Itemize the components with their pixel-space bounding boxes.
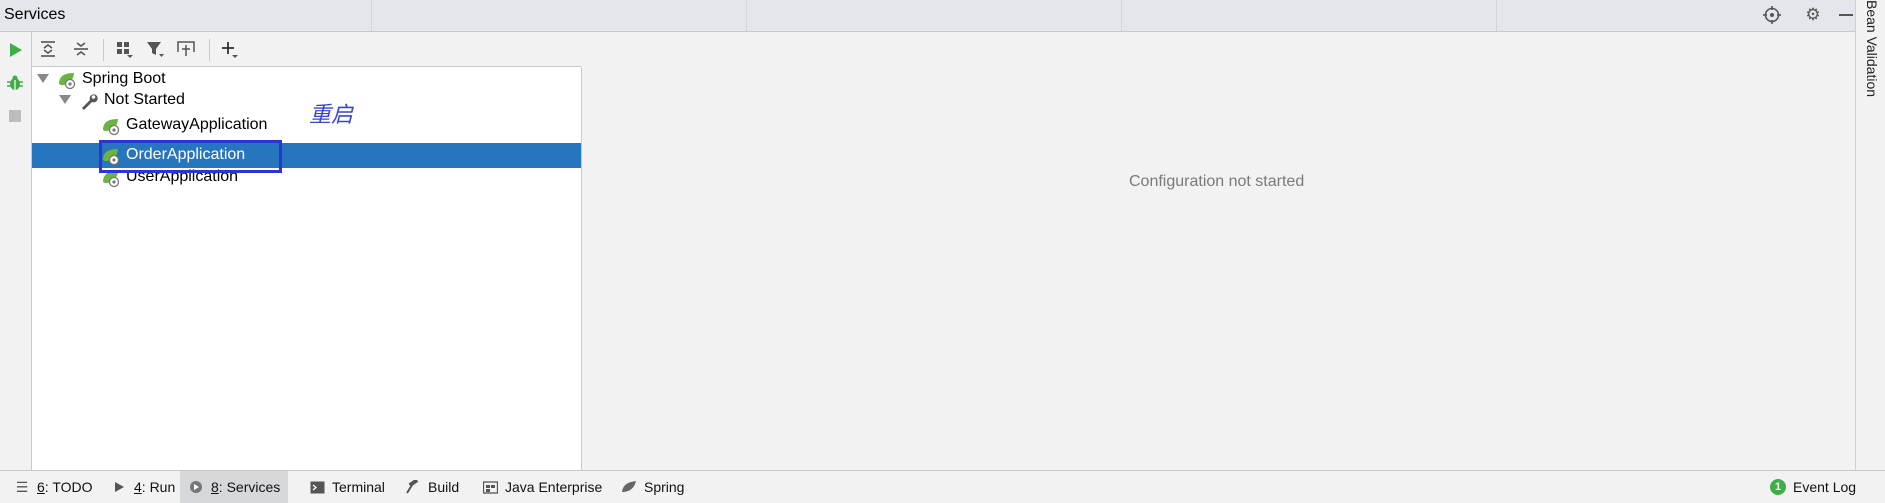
- debug-icon[interactable]: [5, 73, 25, 93]
- tab-label: : TODO: [44, 479, 93, 495]
- tab-label: Build: [428, 479, 460, 495]
- tree-node-not-started[interactable]: Not Started: [32, 88, 581, 113]
- tab-shortcut: 8: [211, 479, 219, 495]
- group-by-icon[interactable]: [114, 39, 134, 59]
- wrench-icon: [79, 91, 99, 111]
- hammer-icon: [405, 479, 421, 495]
- bottom-tool-bar: ☰ 6: TODO 4: Run 8: Services Terminal Bu…: [0, 470, 1885, 503]
- right-tool-stripe: Bean Validation: [1855, 0, 1885, 470]
- spring-boot-icon: [57, 70, 77, 90]
- tree-node-label: GatewayApplication: [126, 116, 268, 133]
- tab-label: Spring: [644, 479, 685, 495]
- tab-java-enterprise[interactable]: Java Enterprise: [478, 471, 606, 503]
- tab-label: : Run: [141, 479, 176, 495]
- window-title: Services: [4, 6, 66, 23]
- run-icon[interactable]: [5, 40, 25, 60]
- restart-annotation: 重启: [309, 103, 354, 128]
- tab-shortcut: 6: [37, 479, 45, 495]
- services-title-bar: Services ⚙: [0, 0, 1855, 32]
- list-icon: ☰: [15, 478, 29, 495]
- stop-icon[interactable]: [5, 106, 25, 126]
- expand-arrow-icon[interactable]: [59, 95, 71, 104]
- title-divider: [746, 0, 747, 31]
- event-log-label: Event Log: [1793, 479, 1857, 495]
- bean-validation-tab[interactable]: Bean Validation: [1864, 0, 1880, 97]
- services-icon: [188, 479, 204, 495]
- services-tree: Spring Boot Not Started GatewayApplicati…: [32, 67, 582, 470]
- title-divider: [1496, 0, 1497, 31]
- tab-shortcut: 4: [134, 479, 142, 495]
- expand-all-icon[interactable]: [38, 39, 58, 59]
- expand-arrow-icon[interactable]: [37, 74, 49, 83]
- terminal-icon: [309, 479, 325, 495]
- spring-boot-app-icon: [101, 116, 121, 136]
- gear-icon[interactable]: ⚙: [1803, 5, 1823, 25]
- new-group-icon[interactable]: [176, 39, 196, 59]
- event-count-badge: 1: [1770, 479, 1786, 495]
- java-enterprise-icon: [482, 479, 498, 495]
- tree-node-label: Spring Boot: [82, 70, 166, 87]
- minimize-icon[interactable]: [1836, 5, 1856, 25]
- event-log-button[interactable]: 1 Event Log: [1766, 471, 1860, 503]
- collapse-all-icon[interactable]: [71, 39, 91, 59]
- tab-todo[interactable]: ☰ 6: TODO: [10, 471, 97, 503]
- add-service-icon[interactable]: [219, 39, 239, 59]
- tab-build[interactable]: Build: [401, 471, 463, 503]
- run-icon: [111, 479, 127, 495]
- toolbar-divider: [209, 39, 210, 61]
- filter-icon[interactable]: [145, 39, 165, 59]
- empty-state-message: Configuration not started: [1129, 173, 1305, 190]
- title-divider: [1121, 0, 1122, 31]
- tab-spring[interactable]: Spring: [617, 471, 688, 503]
- spring-leaf-icon: [621, 479, 637, 495]
- tab-label: : Services: [218, 479, 281, 495]
- service-detail-panel: Configuration not started: [582, 32, 1855, 470]
- toolbar-divider: [103, 39, 104, 61]
- title-divider: [371, 0, 372, 31]
- tab-services[interactable]: 8: Services: [180, 471, 289, 503]
- tree-node-gateway-application[interactable]: GatewayApplication: [32, 113, 581, 138]
- tab-label: Java Enterprise: [505, 479, 603, 495]
- highlight-box: [99, 140, 282, 173]
- tab-terminal[interactable]: Terminal: [305, 471, 389, 503]
- crosshair-icon[interactable]: [1762, 5, 1782, 25]
- tree-toolbar: [32, 32, 581, 67]
- tree-node-label: Not Started: [104, 91, 185, 108]
- tab-run[interactable]: 4: Run: [107, 471, 179, 503]
- services-action-strip: [0, 32, 32, 470]
- tab-label: Terminal: [332, 479, 385, 495]
